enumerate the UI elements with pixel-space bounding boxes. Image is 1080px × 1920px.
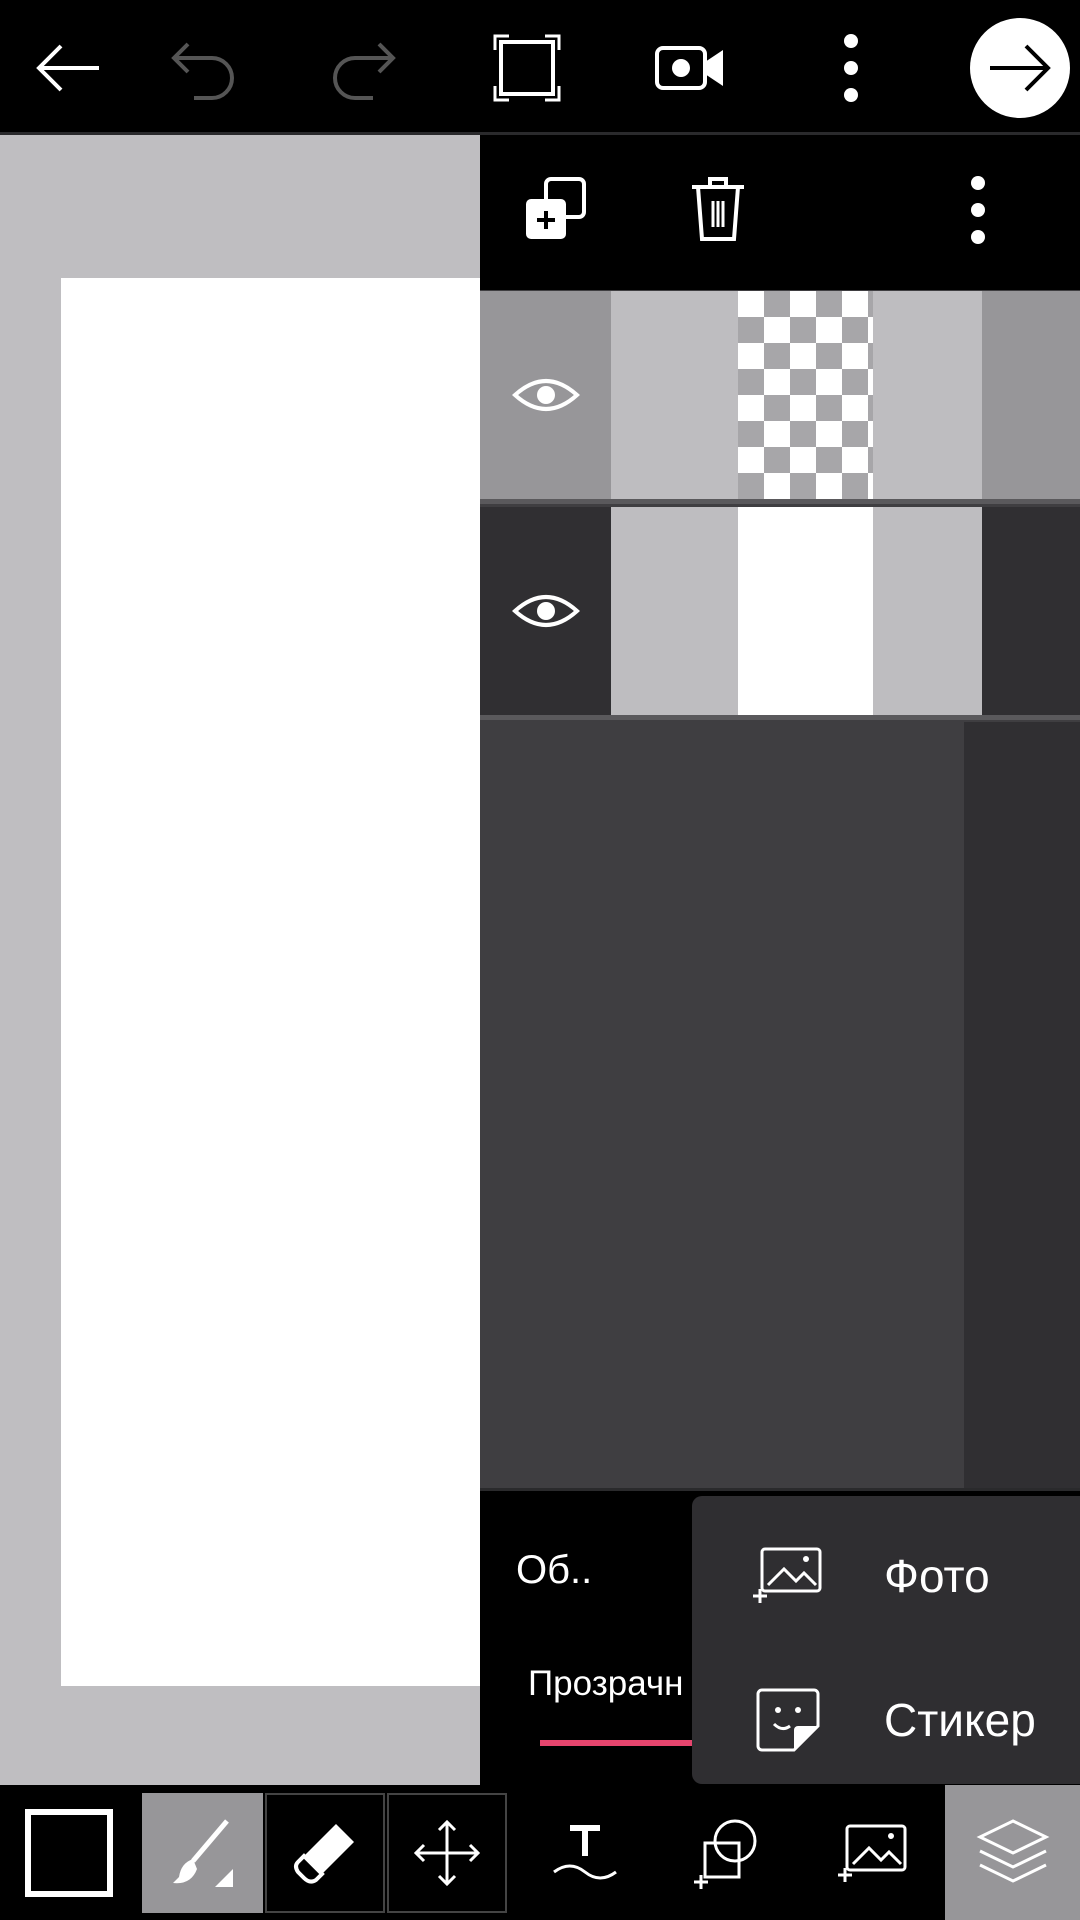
trash-icon [692,177,744,241]
layers-icon [976,1818,1049,1883]
color-swatch [25,1809,113,1897]
add-photo-icon [753,1547,822,1603]
opacity-label: Прозрачн [528,1664,684,1703]
arrow-right-icon [990,44,1051,92]
add-menu: Фото Стикер [692,1496,1080,1784]
add-sticker-menu-item[interactable]: Стикер [692,1650,1080,1790]
brush-icon [172,1819,233,1887]
top-more-button[interactable] [801,18,901,118]
opacity-slider[interactable] [540,1740,700,1746]
text-tool-button[interactable] [530,1793,640,1913]
record-button[interactable] [640,18,740,118]
redo-button[interactable] [315,18,415,118]
shape-tool-button[interactable] [672,1793,782,1913]
move-icon [413,1819,481,1887]
layer-thumbnail [738,291,873,499]
fullscreen-button[interactable] [477,18,577,118]
sticker-icon [756,1688,820,1752]
fullscreen-icon [493,34,561,102]
top-toolbar [0,0,1080,135]
eraser-icon [294,1824,354,1884]
bottom-toolbar [0,1785,1080,1920]
brush-tool-button[interactable] [142,1793,263,1913]
add-photo-menu-item[interactable]: Фото [692,1506,1080,1646]
layer-thumbnail [738,507,873,715]
more-vertical-icon [844,34,858,102]
layers-more-button[interactable] [968,175,1028,255]
video-camera-icon [655,46,723,90]
redo-icon [333,42,396,100]
arrow-left-icon [36,44,99,92]
next-button[interactable] [970,18,1070,118]
layer-row[interactable] [480,507,1080,715]
shape-icon [694,1819,757,1889]
layer-visibility-toggle[interactable] [480,507,611,715]
add-sticker-label: Стикер [884,1694,1036,1746]
add-layer-icon [526,177,586,239]
canvas-paper[interactable] [61,278,480,1686]
delete-layer-button[interactable] [686,175,766,255]
add-image-button[interactable] [818,1793,928,1913]
more-vertical-icon [971,176,985,244]
undo-icon [171,42,234,100]
eye-icon [511,595,580,627]
eye-icon [511,379,580,411]
back-button[interactable] [18,18,118,118]
add-photo-label: Фото [884,1550,990,1602]
layer-visibility-toggle[interactable] [480,291,611,499]
move-tool-button[interactable] [387,1793,507,1913]
layers-panel-scroll-strip [964,722,1080,1488]
undo-button[interactable] [152,18,252,118]
layers-toolbar [480,135,1080,290]
layers-button[interactable] [945,1785,1080,1920]
add-image-icon [838,1824,907,1882]
add-layer-button[interactable] [520,175,600,255]
blend-mode-label[interactable]: Об.. [516,1548,592,1593]
layer-row[interactable] [480,291,1080,499]
color-swatch-button[interactable] [14,1793,124,1913]
eraser-tool-button[interactable] [265,1793,385,1913]
text-icon [553,1825,617,1880]
